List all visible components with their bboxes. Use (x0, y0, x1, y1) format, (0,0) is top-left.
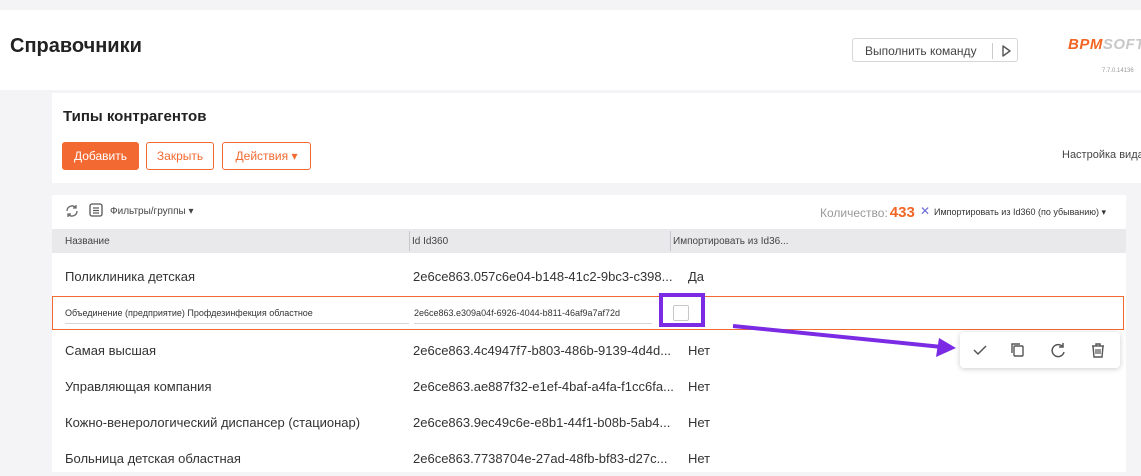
view-settings-link[interactable]: Настройка вида (1062, 149, 1141, 161)
table-header (52, 229, 1126, 253)
cell-name: Больница детская областная (65, 451, 241, 466)
divider (992, 43, 993, 59)
column-divider[interactable] (409, 231, 410, 251)
cell-id: 2e6ce863.057c6e04-b148-41c2-9bc3-c398... (413, 269, 673, 284)
sort-dropdown[interactable]: Импортировать из Id360 (по убыванию) ▾ (934, 207, 1106, 218)
filters-groups-dropdown[interactable]: Фильтры/группы ▾ (110, 206, 193, 217)
cell-imported: Нет (688, 415, 711, 430)
filter-icon[interactable] (88, 202, 104, 218)
table-row[interactable]: Кожно-венерологический диспансер (стацио… (52, 404, 1126, 440)
cell-imported: Нет (688, 451, 711, 466)
delete-icon[interactable] (1088, 340, 1108, 360)
cell-imported: Нет (688, 343, 711, 358)
cell-name: Кожно-венерологический диспансер (стацио… (65, 415, 361, 430)
command-input-label: Выполнить команду (865, 44, 977, 58)
annotation-highlight-box (659, 293, 705, 327)
record-count: Количество: 433 (820, 204, 915, 221)
refresh-icon[interactable] (64, 203, 80, 219)
table-row[interactable]: Больница детская областная 2e6ce863.7738… (52, 440, 1126, 476)
table-row[interactable]: Управляющая компания 2e6ce863.ae887f32-e… (52, 368, 1126, 404)
add-button[interactable]: Добавить (62, 142, 139, 170)
version-label: 7.7.0.14136 (1102, 68, 1134, 74)
cell-imported: Нет (688, 379, 711, 394)
close-button[interactable]: Закрыть (146, 142, 214, 170)
page-title: Справочники (10, 35, 142, 57)
remove-sort-icon[interactable]: ✕ (920, 204, 930, 218)
id-edit-field[interactable]: 2e6ce863.e309a04f-6926-4044-b811-46af9a7… (414, 303, 652, 324)
copy-icon[interactable] (1008, 340, 1028, 360)
cell-id: 2e6ce863.ae887f32-e1ef-4baf-a4fa-f1cc6fa… (413, 379, 674, 394)
count-label: Количество: (820, 206, 888, 220)
cell-imported: Да (688, 269, 705, 284)
command-input[interactable]: Выполнить команду (852, 38, 1018, 62)
section-title: Типы контрагентов (63, 108, 207, 125)
cell-name: Управляющая компания (65, 379, 212, 394)
count-value: 433 (889, 204, 915, 221)
cell-name: Самая высшая (65, 343, 157, 358)
actions-dropdown-button[interactable]: Действия ▾ (222, 142, 311, 170)
cell-name: Поликлиника детская (65, 269, 196, 284)
play-icon[interactable] (996, 40, 1016, 62)
cell-id: 2e6ce863.4c4947f7-b803-486b-9139-4d4d... (413, 343, 672, 358)
check-icon[interactable] (970, 340, 990, 360)
bpmsoft-logo: BPMSOFT (1068, 36, 1141, 53)
column-divider[interactable] (670, 231, 671, 251)
column-header-name[interactable]: Название (65, 236, 110, 247)
cell-id: 2e6ce863.9ec49c6e-e8b1-44f1-b08b-5ab4... (413, 415, 671, 430)
section-header (52, 93, 1141, 183)
annotation-arrow (732, 324, 956, 357)
cell-id: 2e6ce863.7738704e-27ad-48fb-bf83-d27c... (413, 451, 668, 466)
column-header-id[interactable]: Id Id360 (412, 236, 448, 247)
table-row[interactable]: Поликлиника детская 2e6ce863.057c6e04-b1… (52, 259, 1126, 295)
column-header-imported[interactable]: Импортировать из Id36... (673, 236, 789, 247)
name-edit-field[interactable]: Объединение (предприятие) Профдезинфекци… (65, 303, 409, 324)
undo-icon[interactable] (1048, 340, 1068, 360)
